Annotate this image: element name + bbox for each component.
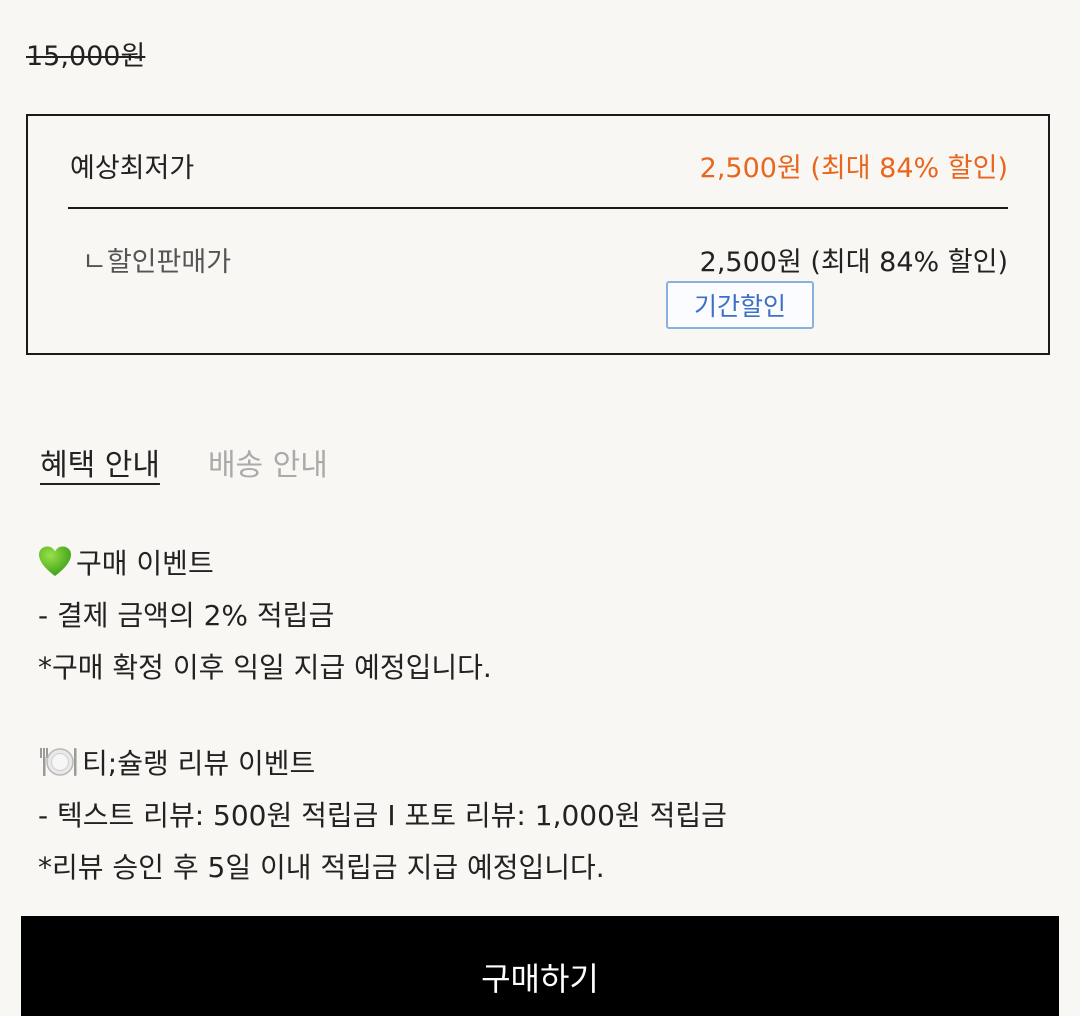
review-event-title: 티;슐랭 리뷰 이벤트 <box>82 747 316 780</box>
sale-price-value: 2,500원 (최대 84% 할인) <box>699 247 1008 278</box>
tab-benefits[interactable]: 혜택 안내 <box>40 440 160 484</box>
green-heart-icon <box>38 544 72 578</box>
purchase-event-line1: - 결제 금액의 2% 적립금 <box>38 599 335 632</box>
benefits-section: 구매 이벤트 - 결제 금액의 2% 적립금 *구매 확정 이후 익일 지급 예… <box>38 538 727 894</box>
purchase-event-title-row: 구매 이벤트 <box>38 538 727 590</box>
purchase-event-title: 구매 이벤트 <box>76 547 214 580</box>
buy-button[interactable]: 구매하기 <box>21 916 1059 1016</box>
tab-shipping[interactable]: 배송 안내 <box>208 440 328 484</box>
review-event-line2: *리뷰 승인 후 5일 이내 적립금 지급 예정입니다. <box>38 851 605 884</box>
purchase-event-line2: *구매 확정 이후 익일 지급 예정입니다. <box>38 651 492 684</box>
original-price: 15,000원 <box>26 41 146 72</box>
divider <box>68 207 1008 209</box>
price-box: 예상최저가 2,500원 (최대 84% 할인) ㄴ할인판매가 2,500원 (… <box>26 114 1050 355</box>
info-tabs: 혜택 안내 배송 안내 <box>40 440 328 484</box>
plate-cutlery-icon <box>38 744 78 778</box>
review-event-title-row: 티;슐랭 리뷰 이벤트 <box>38 738 727 790</box>
lowest-price-value: 2,500원 (최대 84% 할인) <box>699 153 1008 184</box>
review-event-line1: - 텍스트 리뷰: 500원 적립금 I 포토 리뷰: 1,000원 적립금 <box>38 799 727 832</box>
period-discount-badge: 기간할인 <box>666 281 814 329</box>
sale-price-label: ㄴ할인판매가 <box>82 247 232 278</box>
lowest-price-label: 예상최저가 <box>70 153 195 184</box>
